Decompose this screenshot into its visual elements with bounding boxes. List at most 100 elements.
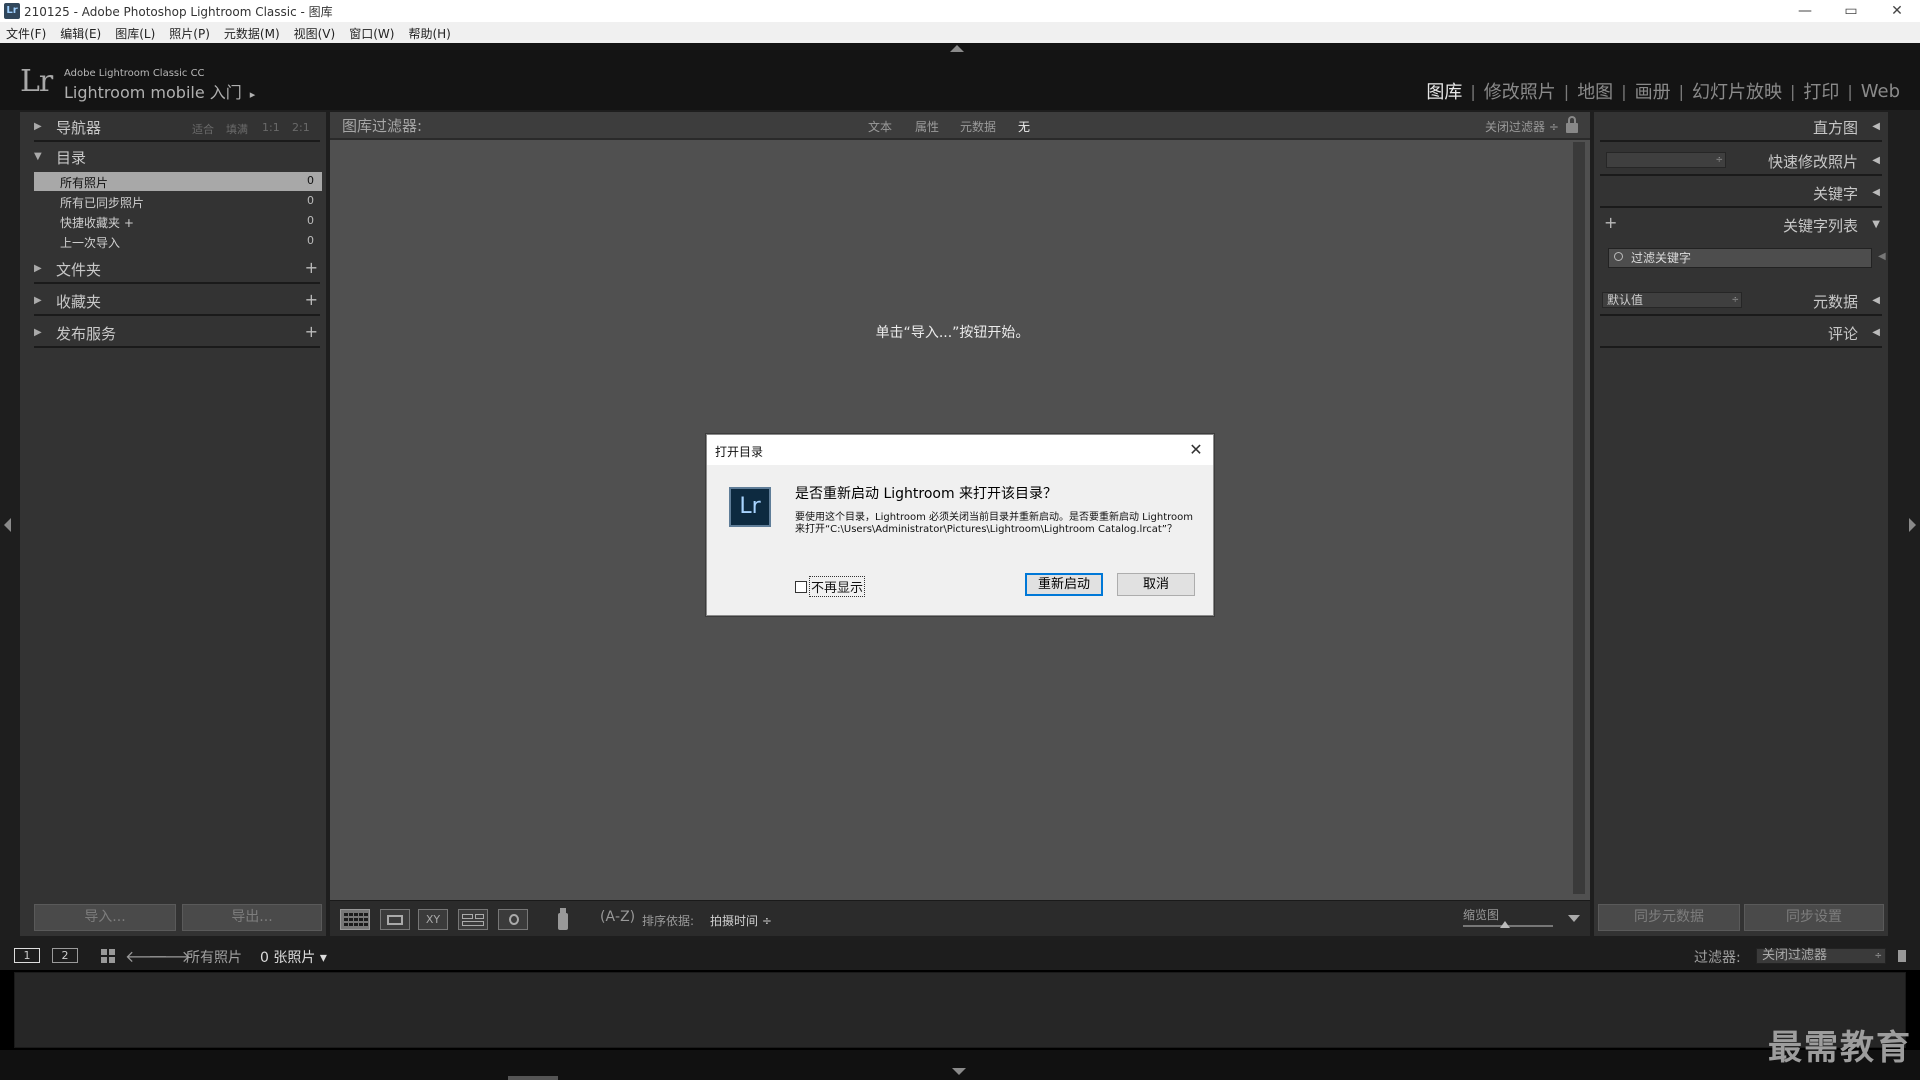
compare-view-icon[interactable]: XY — [418, 909, 448, 930]
add-publish-service-icon[interactable]: + — [305, 322, 318, 341]
export-button[interactable]: 导出... — [182, 904, 322, 931]
module-develop[interactable]: 修改照片 — [1476, 78, 1564, 104]
chevron-down-icon: ▾ — [319, 950, 327, 966]
sync-metadata-button[interactable]: 同步元数据 — [1598, 904, 1740, 931]
filter-metadata[interactable]: 元数据 — [960, 118, 996, 135]
module-print[interactable]: 打印 — [1795, 78, 1847, 104]
catalog-item-all-photos[interactable]: 所有照片 0 — [34, 172, 322, 191]
filmstrip-lock-icon[interactable] — [1898, 950, 1906, 962]
catalog-item-quick-collection[interactable]: 快捷收藏夹 + 0 — [34, 212, 322, 231]
navigator-header[interactable]: ▶ 导航器 适合 填满 1:1 2:1 — [20, 112, 326, 142]
filter-preset-select[interactable]: 关闭过滤器 ÷ — [1485, 118, 1559, 135]
sort-select[interactable]: 拍摄时间 ÷ — [710, 912, 772, 929]
painter-spray-can-icon[interactable] — [558, 908, 568, 930]
filmstrip-source-label[interactable]: 所有照片 — [186, 947, 242, 967]
filter-text[interactable]: 文本 — [868, 118, 892, 135]
grid-icon[interactable] — [101, 949, 115, 963]
keyword-filter-input[interactable]: 过滤关键字 — [1608, 248, 1872, 268]
zoom-2-1[interactable]: 2:1 — [292, 121, 310, 134]
keyword-filter-arrow-icon[interactable]: ◀ — [1878, 251, 1886, 262]
grid-scrollbar[interactable] — [1573, 142, 1585, 894]
collapse-top-panel-arrow-icon[interactable] — [950, 45, 964, 52]
expand-triangle-icon: ▶ — [34, 263, 42, 274]
slider-knob-icon[interactable] — [1500, 921, 1510, 928]
collapse-right-panel-arrow-icon[interactable] — [1909, 518, 1916, 532]
menu-bar: 文件(F) 编辑(E) 图库(L) 照片(P) 元数据(M) 视图(V) 窗口(… — [0, 22, 1920, 43]
navigator-label: 导航器 — [56, 119, 102, 137]
keyword-filter-placeholder: 过滤关键字 — [1631, 251, 1692, 265]
zoom-1-1[interactable]: 1:1 — [262, 121, 280, 134]
zoom-fill[interactable]: 填满 — [226, 121, 248, 137]
comments-header[interactable]: 评论 ◀ — [1594, 318, 1888, 348]
forward-arrow-icon[interactable]: 🡒 — [148, 946, 191, 966]
collections-header[interactable]: ▶ 收藏夹 + — [20, 286, 326, 316]
module-library[interactable]: 图库 — [1418, 78, 1470, 104]
filmstrip-photo-count[interactable]: 0 张照片 ▾ — [260, 947, 327, 967]
module-map[interactable]: 地图 — [1569, 78, 1621, 104]
toolbar-options-chevron-icon[interactable] — [1568, 915, 1580, 922]
folders-header[interactable]: ▶ 文件夹 + — [20, 254, 326, 284]
filmstrip-filter-select[interactable]: 关闭过滤器 ÷ — [1756, 948, 1886, 964]
keywording-header[interactable]: 关键字 ◀ — [1594, 178, 1888, 208]
catalog-item-previous-import[interactable]: 上一次导入 0 — [34, 232, 322, 251]
sync-settings-button[interactable]: 同步设置 — [1744, 904, 1884, 931]
add-collection-icon[interactable]: + — [305, 290, 318, 309]
sort-direction-icon[interactable]: (A‑Z) — [600, 909, 635, 925]
menu-help[interactable]: 帮助(H) — [408, 22, 458, 43]
minimize-button[interactable]: — — [1782, 0, 1828, 22]
menu-metadata[interactable]: 元数据(M) — [224, 22, 288, 43]
cancel-button[interactable]: 取消 — [1117, 573, 1195, 596]
quick-develop-preset-select[interactable]: ÷ — [1606, 152, 1726, 168]
filter-none[interactable]: 无 — [1018, 118, 1030, 135]
catalog-item-synced-photos[interactable]: 所有已同步照片 0 — [34, 192, 322, 211]
lightroom-mobile-link[interactable]: Lightroom mobile 入门 ▸ — [64, 79, 255, 103]
product-name: Adobe Lightroom Classic CC — [64, 68, 205, 79]
module-slideshow[interactable]: 幻灯片放映 — [1684, 78, 1790, 104]
menu-file[interactable]: 文件(F) — [6, 22, 54, 43]
maximize-button[interactable]: ▭ — [1828, 0, 1874, 22]
close-window-button[interactable]: ✕ — [1874, 0, 1920, 22]
menu-edit[interactable]: 编辑(E) — [60, 22, 109, 43]
quick-develop-header[interactable]: ÷ 快速修改照片 ◀ — [1594, 146, 1888, 176]
histogram-header[interactable]: 直方图 ◀ — [1594, 112, 1888, 142]
menu-view[interactable]: 视图(V) — [294, 22, 344, 43]
import-hint-text: 单击“导入...”按钮开始。 — [875, 325, 1030, 341]
collapse-left-panel-arrow-icon[interactable] — [4, 518, 11, 532]
keywording-label: 关键字 — [1812, 185, 1858, 203]
divider — [34, 282, 320, 284]
restart-button[interactable]: 重新启动 — [1025, 573, 1103, 596]
people-view-icon[interactable] — [498, 909, 528, 930]
loupe-view-icon[interactable] — [380, 909, 410, 930]
filter-attribute[interactable]: 属性 — [915, 118, 939, 135]
publish-services-header[interactable]: ▶ 发布服务 + — [20, 318, 326, 348]
dont-show-again-checkbox[interactable]: 不再显示 — [795, 576, 866, 597]
catalog-item-label: 上一次导入 — [60, 236, 121, 250]
module-book[interactable]: 画册 — [1627, 78, 1679, 104]
module-web[interactable]: Web — [1853, 81, 1908, 102]
add-folder-icon[interactable]: + — [305, 258, 318, 277]
add-keyword-icon[interactable]: + — [1604, 213, 1617, 232]
filmstrip-filter-label: 过滤器: — [1694, 950, 1741, 966]
collapse-triangle-icon: ▼ — [34, 151, 42, 162]
catalog-label: 目录 — [56, 149, 87, 167]
lock-icon[interactable] — [1566, 116, 1578, 133]
close-icon[interactable]: ✕ — [1185, 439, 1207, 461]
metadata-preset-select[interactable]: 默认值 ÷ — [1602, 292, 1742, 308]
screen-1-button[interactable]: 1 — [14, 948, 40, 963]
catalog-header[interactable]: ▼ 目录 — [20, 142, 326, 172]
menu-library[interactable]: 图库(L) — [115, 22, 163, 43]
filmstrip-scrollbar[interactable] — [508, 1076, 558, 1080]
metadata-preset-value: 默认值 — [1607, 293, 1644, 307]
menu-photo[interactable]: 照片(P) — [169, 22, 218, 43]
import-button[interactable]: 导入... — [34, 904, 176, 931]
metadata-header[interactable]: 默认值 ÷ 元数据 ◀ — [1594, 286, 1888, 316]
checkbox-box[interactable] — [795, 580, 807, 593]
grid-view-icon[interactable] — [340, 909, 370, 930]
screen-2-button[interactable]: 2 — [52, 948, 78, 963]
filmstrip[interactable] — [14, 972, 1906, 1048]
collapse-filmstrip-arrow-icon[interactable] — [952, 1068, 966, 1075]
keyword-list-header[interactable]: + 关键字列表 ▼ — [1594, 210, 1888, 240]
survey-view-icon[interactable] — [458, 909, 488, 930]
menu-window[interactable]: 窗口(W) — [349, 22, 402, 43]
zoom-fit[interactable]: 适合 — [192, 121, 214, 137]
